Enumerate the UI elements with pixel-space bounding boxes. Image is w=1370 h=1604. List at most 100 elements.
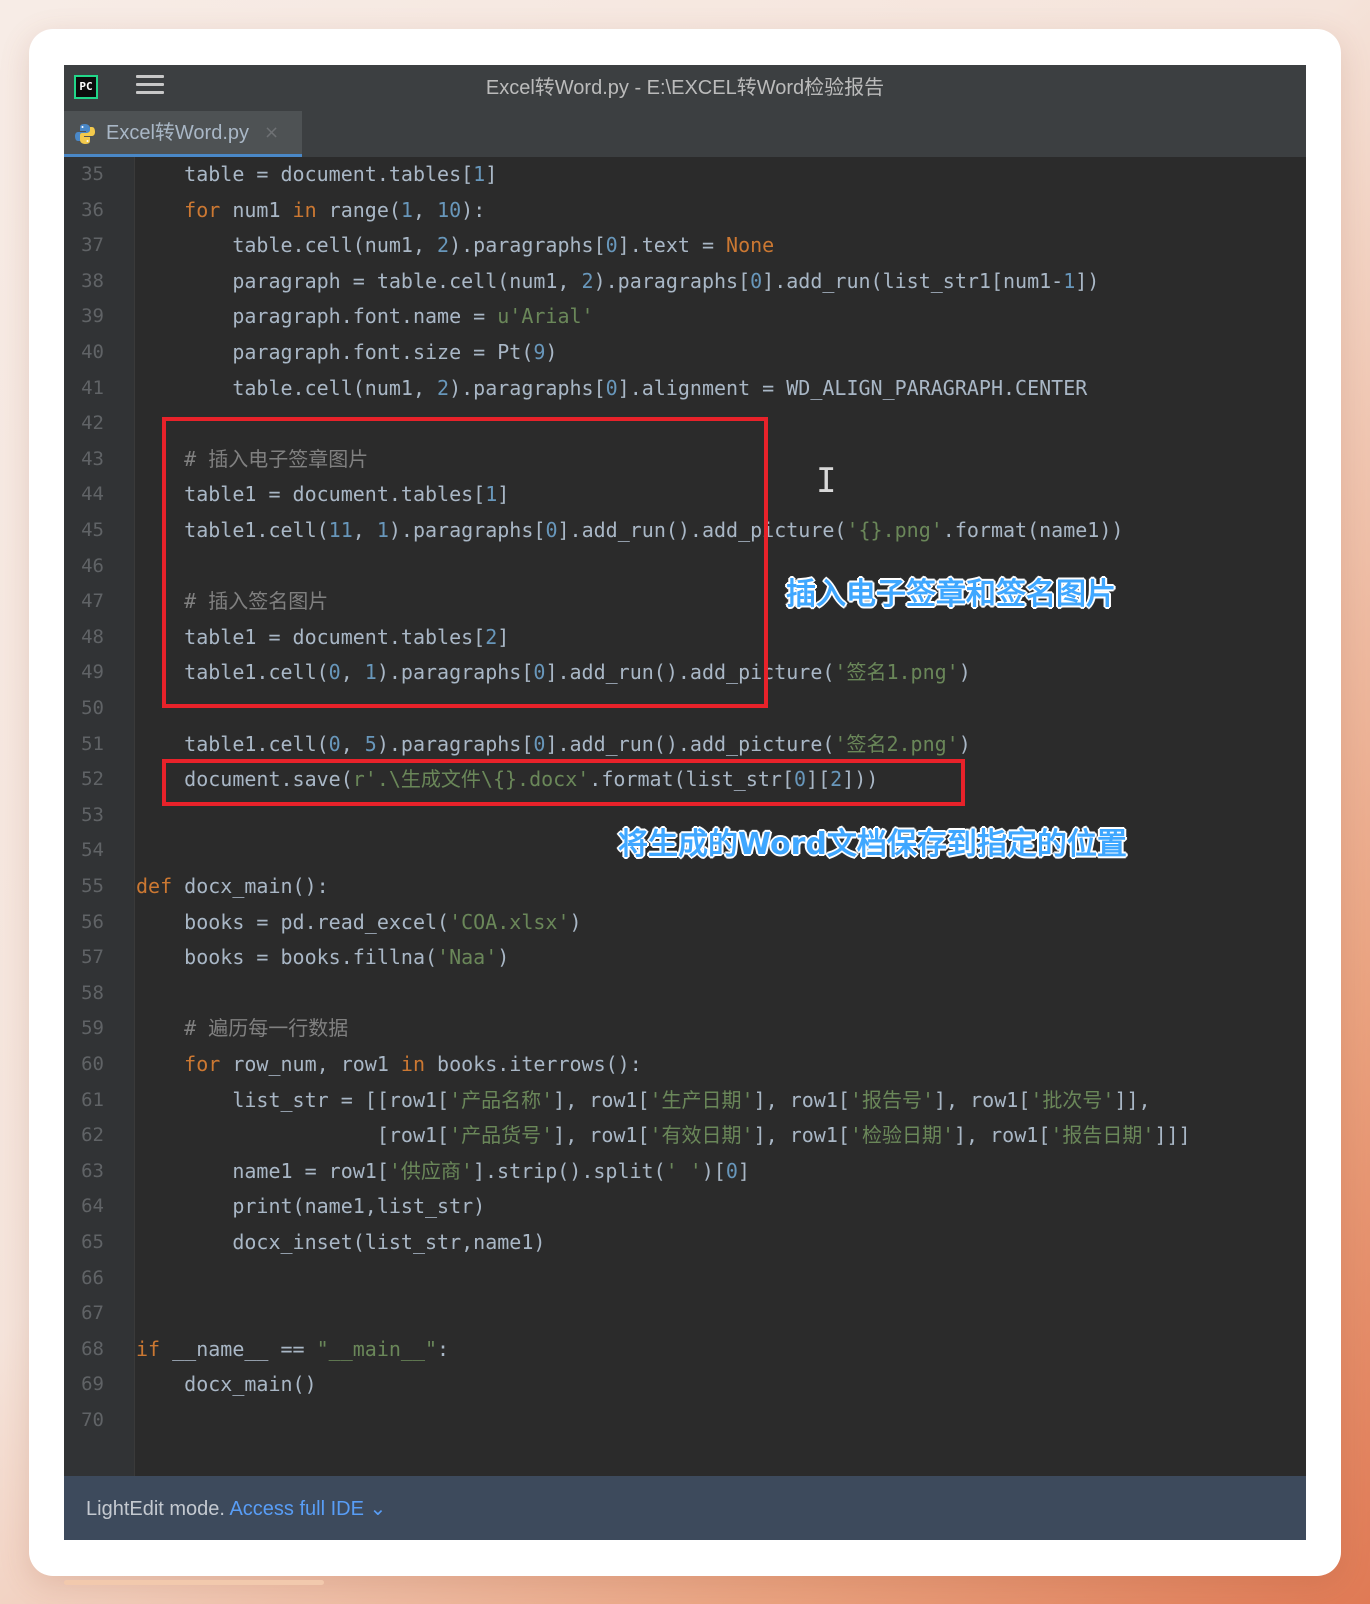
code-token: books = pd.read_excel( bbox=[136, 909, 450, 934]
text-cursor-icon: I bbox=[816, 461, 837, 501]
code-token: ], row1[ bbox=[553, 1123, 650, 1148]
code-token: ): bbox=[461, 197, 486, 222]
ide-window: PC Excel转Word.py - E:\EXCEL转Word检验报告 Exc… bbox=[64, 65, 1306, 1540]
code-token: '产品货号' bbox=[449, 1123, 554, 1148]
code-line[interactable]: 58 bbox=[64, 976, 1306, 1011]
code-editor[interactable]: 35 table = document.tables[1] 36 for num1… bbox=[64, 157, 1306, 1482]
code-line[interactable]: 66 bbox=[64, 1261, 1306, 1296]
code-line[interactable]: 40 paragraph.font.size = Pt(9) bbox=[64, 335, 1306, 370]
code-line[interactable]: 41 table.cell(num1, 2).paragraphs[0].ali… bbox=[64, 371, 1306, 406]
code-token: docx_main(): bbox=[184, 874, 329, 898]
line-number: 43 bbox=[81, 447, 104, 470]
annotation-save: 将生成的Word文档保存到指定的位置 bbox=[618, 827, 1127, 862]
code-line[interactable]: 60 for row_num, row1 in books.iterrows()… bbox=[64, 1047, 1306, 1082]
code-token: in bbox=[400, 1052, 438, 1076]
code-token: ) bbox=[545, 340, 558, 364]
line-number: 69 bbox=[81, 1373, 104, 1396]
line-number: 57 bbox=[81, 946, 104, 969]
code-token: num1 bbox=[232, 197, 293, 222]
code-token: ].add_run(list_str1[num1- bbox=[762, 268, 1064, 293]
code-line[interactable]: 64 print(name1,list_str) bbox=[64, 1189, 1306, 1224]
line-number: 49 bbox=[81, 661, 104, 684]
code-line[interactable]: 59 # 遍历每一行数据 bbox=[64, 1011, 1306, 1046]
code-line[interactable]: 57 books = books.fillna('Naa') bbox=[64, 940, 1306, 975]
code-token: '{}.png' bbox=[846, 518, 943, 542]
tab-excel-to-word[interactable]: Excel转Word.py × bbox=[64, 111, 302, 157]
line-number: 53 bbox=[81, 803, 104, 826]
code-token: for bbox=[136, 1052, 233, 1076]
line-number: 63 bbox=[81, 1159, 104, 1182]
code-text: table = document.tables[1] bbox=[136, 157, 497, 192]
line-number: 36 bbox=[81, 198, 104, 221]
code-token: books.iterrows(): bbox=[437, 1052, 642, 1076]
code-token: ].add_run().add_picture( bbox=[545, 731, 835, 756]
code-token: ) bbox=[958, 731, 971, 756]
line-number: 70 bbox=[81, 1409, 104, 1431]
tab-bar: Excel转Word.py × bbox=[64, 111, 1306, 158]
code-line[interactable]: 63 name1 = row1['供应商'].strip().split(' '… bbox=[64, 1154, 1306, 1189]
code-token: ], row1[ bbox=[753, 1123, 850, 1148]
code-text: [row1['产品货号'], row1['有效日期'], row1['检验日期'… bbox=[136, 1118, 1191, 1153]
code-token: , bbox=[340, 731, 365, 756]
code-token: '生产日期' bbox=[649, 1087, 754, 1112]
code-token: ) bbox=[958, 660, 971, 685]
code-line[interactable]: 70 bbox=[64, 1403, 1306, 1438]
line-number: 68 bbox=[81, 1337, 104, 1360]
annotation-signature: 插入电子签章和签名图片 bbox=[786, 577, 1116, 612]
line-number: 54 bbox=[81, 839, 104, 862]
code-token: if bbox=[136, 1336, 173, 1361]
code-line[interactable]: 35 table = document.tables[1] bbox=[64, 157, 1306, 192]
code-token: ], row1[ bbox=[934, 1087, 1031, 1112]
code-token: '签名2.png' bbox=[834, 731, 959, 756]
tab-label: Excel转Word.py bbox=[106, 122, 250, 144]
code-token: name1 = row1[ bbox=[136, 1158, 389, 1183]
code-token: 0 bbox=[750, 268, 763, 293]
code-text: table.cell(num1, 2).paragraphs[0].text =… bbox=[136, 228, 774, 263]
line-number: 58 bbox=[81, 981, 104, 1004]
status-bar: LightEdit mode. Access full IDE ⌄ bbox=[64, 1476, 1306, 1540]
code-token: 5 bbox=[364, 731, 377, 756]
code-token: "__main__" bbox=[316, 1336, 438, 1361]
code-token: ], row1[ bbox=[753, 1087, 850, 1112]
line-number: 39 bbox=[81, 305, 104, 328]
code-token: 9 bbox=[533, 340, 546, 364]
code-text: for num1 in range(1, 10): bbox=[136, 193, 485, 228]
code-token: '供应商' bbox=[388, 1158, 473, 1183]
code-token: print(name1,list_str) bbox=[136, 1194, 486, 1219]
code-token: : bbox=[437, 1336, 450, 1361]
code-line[interactable]: 39 paragraph.font.name = u'Arial' bbox=[64, 299, 1306, 334]
code-token: books = books.fillna( bbox=[136, 945, 438, 970]
status-text: LightEdit mode. Access full IDE ⌄ bbox=[86, 1496, 386, 1521]
close-icon[interactable]: × bbox=[264, 111, 279, 155]
code-line[interactable]: 37 table.cell(num1, 2).paragraphs[0].tex… bbox=[64, 228, 1306, 263]
code-line[interactable]: 62 [row1['产品货号'], row1['有效日期'], row1['检验… bbox=[64, 1118, 1306, 1153]
code-line[interactable]: 61 list_str = [[row1['产品名称'], row1['生产日期… bbox=[64, 1083, 1306, 1118]
code-token: , bbox=[412, 197, 438, 222]
code-line[interactable]: 51 table1.cell(0, 5).paragraphs[0].add_r… bbox=[64, 727, 1306, 762]
code-text: docx_inset(list_str,name1) bbox=[136, 1225, 545, 1260]
code-token: docx_main() bbox=[136, 1372, 317, 1397]
code-line[interactable]: 55 def docx_main(): bbox=[64, 869, 1306, 904]
code-token: 2 bbox=[437, 233, 450, 258]
line-number: 60 bbox=[81, 1053, 104, 1075]
window-title: Excel转Word.py - E:\EXCEL转Word检验报告 bbox=[485, 77, 885, 99]
code-line[interactable]: 68 if __name__ == "__main__": bbox=[64, 1332, 1306, 1367]
code-token: ]) bbox=[1075, 268, 1100, 293]
code-token: ], row1[ bbox=[553, 1087, 650, 1112]
code-token: ' ' bbox=[665, 1158, 702, 1183]
title-bar: PC Excel转Word.py - E:\EXCEL转Word检验报告 bbox=[64, 65, 1306, 111]
code-line[interactable]: 65 docx_inset(list_str,name1) bbox=[64, 1225, 1306, 1260]
code-token: 0 bbox=[328, 731, 341, 756]
code-line[interactable]: 67 bbox=[64, 1296, 1306, 1331]
code-token: ].strip().split( bbox=[472, 1158, 666, 1183]
code-token: 'COA.xlsx' bbox=[449, 909, 570, 934]
code-line[interactable]: 56 books = pd.read_excel('COA.xlsx') bbox=[64, 905, 1306, 940]
access-full-ide-link[interactable]: Access full IDE ⌄ bbox=[229, 1498, 386, 1520]
code-line[interactable]: 38 paragraph = table.cell(num1, 2).parag… bbox=[64, 264, 1306, 299]
code-line[interactable]: 36 for num1 in range(1, 10): bbox=[64, 193, 1306, 228]
code-text: docx_main() bbox=[136, 1367, 317, 1402]
code-token: ].text = bbox=[617, 233, 727, 258]
code-text: books = pd.read_excel('COA.xlsx') bbox=[136, 905, 581, 940]
code-line[interactable]: 69 docx_main() bbox=[64, 1367, 1306, 1402]
chevron-down-icon: ⌄ bbox=[369, 1498, 387, 1520]
